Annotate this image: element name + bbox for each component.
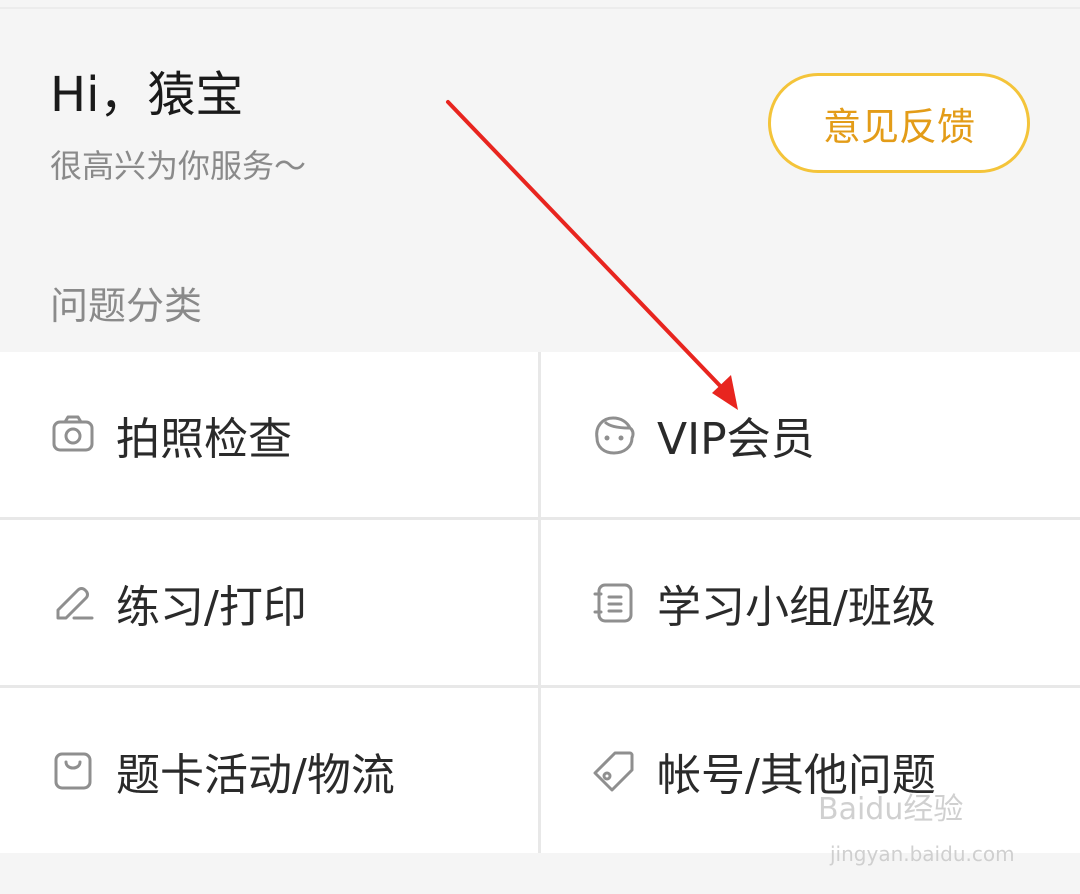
grid-row-divider <box>0 685 1080 688</box>
bottom-area <box>0 853 1080 894</box>
category-account-other[interactable]: 帐号/其他问题 <box>541 688 1079 853</box>
category-label: 帐号/其他问题 <box>657 749 936 801</box>
bag-icon <box>50 748 96 794</box>
section-title: 问题分类 <box>50 284 203 328</box>
greeting-subtitle: 很高兴为你服务～ <box>50 147 307 185</box>
grid-vertical-divider <box>538 352 541 853</box>
category-label: 练习/打印 <box>116 581 307 633</box>
category-practice-print[interactable]: 练习/打印 <box>0 520 538 685</box>
category-label: VIP会员 <box>657 413 815 465</box>
category-vip[interactable]: VIP会员 <box>541 352 1079 517</box>
face-icon <box>591 412 637 458</box>
category-label: 学习小组/班级 <box>657 581 936 633</box>
camera-icon <box>50 412 96 458</box>
category-label: 拍照检查 <box>116 413 292 465</box>
feedback-button[interactable]: 意见反馈 <box>768 73 1030 173</box>
greeting-title: Hi，猿宝 <box>50 67 244 123</box>
category-study-group[interactable]: 学习小组/班级 <box>541 520 1079 685</box>
notebook-icon <box>591 580 637 626</box>
tag-icon <box>591 748 637 794</box>
category-card-activity-logistics[interactable]: 题卡活动/物流 <box>0 688 538 853</box>
pencil-icon <box>50 580 96 626</box>
category-photo-check[interactable]: 拍照检查 <box>0 352 538 517</box>
category-label: 题卡活动/物流 <box>116 749 395 801</box>
grid-row-divider <box>0 517 1080 520</box>
